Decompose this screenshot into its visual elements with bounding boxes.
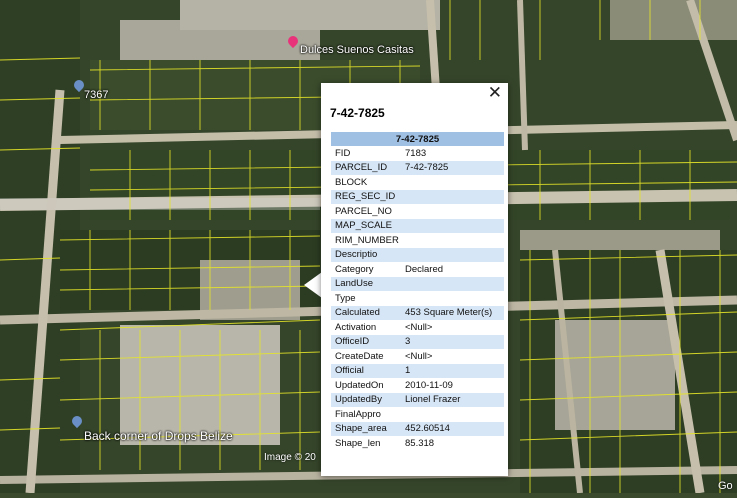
attribute-key: Activation: [335, 321, 377, 333]
attribute-key: Descriptio: [331, 247, 401, 262]
popup-title: 7-42-7825: [330, 106, 385, 120]
attribute-row: Descriptio: [331, 247, 504, 262]
attribute-key: Calculated: [331, 305, 401, 320]
attribute-row: BLOCK: [331, 175, 504, 190]
imagery-credit: Image © 20: [264, 452, 316, 463]
attribute-row: FID 7183: [331, 146, 504, 161]
attribute-value: 1: [401, 363, 504, 378]
attribute-value: 452.60514: [401, 421, 504, 436]
attribute-value: [401, 291, 504, 306]
attribute-row: UpdatedBy Lionel Frazer: [331, 392, 504, 407]
place-label-dulces-suenos[interactable]: Dulces Suenos Casitas: [300, 44, 414, 56]
attribute-row: PARCEL_ID 7-42-7825: [331, 160, 504, 175]
attribute-row: FinalAppro: [331, 407, 504, 422]
close-icon[interactable]: ✕: [488, 84, 502, 101]
place-label-back-corner[interactable]: Back corner of Drops Belize: [84, 429, 233, 443]
attribute-value: [401, 189, 504, 204]
attribute-table-header: 7-42-7825: [331, 132, 504, 146]
attribute-row: Shape_area 452.60514: [331, 421, 504, 436]
attribute-value: [401, 407, 504, 422]
attribute-value: 7-42-7825: [401, 160, 504, 175]
place-label-7367[interactable]: 7367: [84, 89, 108, 101]
attribute-value: [401, 204, 504, 219]
attribute-value: 7183: [405, 147, 427, 159]
attribute-value: [401, 247, 504, 262]
attribute-value: Lionel Frazer: [401, 392, 504, 407]
attribute-key: OfficeID: [331, 334, 401, 349]
attribute-row: Official 1: [331, 363, 504, 378]
attribute-key: FID: [335, 147, 351, 159]
attribute-key: FinalAppro: [335, 408, 381, 420]
attribute-key: UpdatedBy: [331, 392, 401, 407]
attribute-key: Shape_area: [331, 421, 401, 436]
attribute-key: RIM_NUMBER: [335, 234, 399, 246]
attribute-key: MAP_SCALE: [331, 218, 401, 233]
attribute-key: CreateDate: [335, 350, 384, 362]
attribute-key: Shape_len: [335, 437, 381, 449]
attribute-value: 85.318: [405, 437, 435, 449]
attribute-value: [401, 218, 504, 233]
google-logo-partial: Go: [718, 480, 733, 492]
attribute-value: <Null>: [405, 350, 433, 362]
popup-pointer: [304, 272, 322, 298]
attribute-key: PARCEL_NO: [335, 205, 392, 217]
attribute-value: [401, 276, 504, 291]
attribute-row: Shape_len 85.318: [331, 436, 504, 451]
attribute-key: Category: [335, 263, 374, 275]
attribute-value: 3: [401, 334, 504, 349]
attribute-row: RIM_NUMBER: [331, 233, 504, 248]
attribute-value: 453 Square Meter(s): [401, 305, 504, 320]
attribute-row: Category Declared: [331, 262, 504, 277]
attribute-row: LandUse: [331, 276, 504, 291]
attribute-key: LandUse: [331, 276, 401, 291]
attribute-key: UpdatedOn: [335, 379, 384, 391]
attribute-row: Calculated 453 Square Meter(s): [331, 305, 504, 320]
attribute-row: Activation <Null>: [331, 320, 504, 335]
attribute-table: 7-42-7825 FID 7183 PARCEL_ID 7-42-7825 BLOCK…: [331, 132, 504, 451]
attribute-row: PARCEL_NO: [331, 204, 504, 219]
attribute-value: [401, 175, 504, 190]
attribute-row: MAP_SCALE: [331, 218, 504, 233]
attribute-key: Type: [335, 292, 356, 304]
attribute-key: BLOCK: [335, 176, 368, 188]
attribute-key: PARCEL_ID: [331, 160, 401, 175]
attribute-row: CreateDate <Null>: [331, 349, 504, 364]
attribute-value: [401, 233, 504, 248]
attribute-row: Type: [331, 291, 504, 306]
attribute-row: UpdatedOn 2010-11-09: [331, 378, 504, 393]
attribute-key: Official: [331, 363, 401, 378]
attribute-value: Declared: [405, 263, 444, 275]
feature-info-popup: ✕ 7-42-7825 7-42-7825 FID 7183 PARCEL_ID 7-…: [321, 83, 508, 476]
attribute-row: REG_SEC_ID: [331, 189, 504, 204]
attribute-row: OfficeID 3: [331, 334, 504, 349]
attribute-value: <Null>: [405, 321, 433, 333]
attribute-value: 2010-11-09: [405, 379, 453, 391]
attribute-key: REG_SEC_ID: [331, 189, 401, 204]
